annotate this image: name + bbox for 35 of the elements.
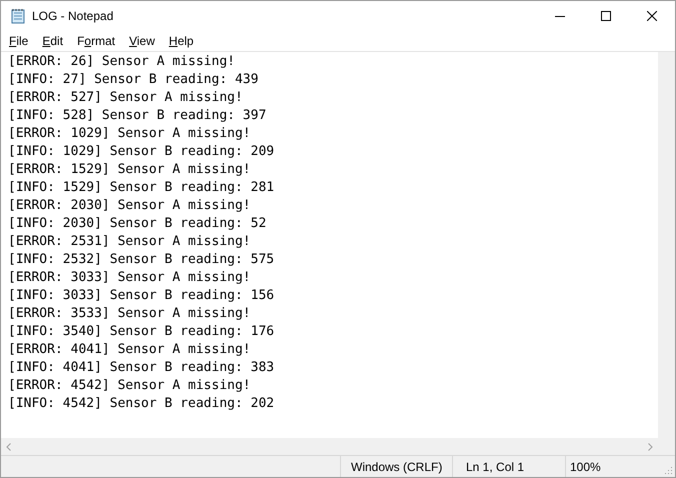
log-line: [INFO: 27] Sensor B reading: 439 [8,71,258,89]
maximize-icon [601,11,611,21]
menu-item[interactable]: File [2,31,36,51]
menu-item[interactable]: Help [162,31,201,51]
cursor-position-label: Ln 1, Col 1 [466,458,524,476]
close-icon [647,11,657,21]
log-line: [ERROR: 26] Sensor A missing! [8,53,235,71]
log-line: [INFO: 1529] Sensor B reading: 281 [8,179,274,197]
log-line: [ERROR: 1029] Sensor A missing! [8,125,251,143]
log-line: [INFO: 4041] Sensor B reading: 383 [8,359,274,377]
window-title: LOG - Notepad [32,8,114,25]
log-line: [INFO: 528] Sensor B reading: 397 [8,107,266,125]
log-line: [ERROR: 4041] Sensor A missing! [8,341,251,359]
line-ending-label: Windows (CRLF) [351,458,442,476]
menu-item[interactable]: Edit [35,31,70,51]
log-line: [ERROR: 1529] Sensor A missing! [8,161,251,179]
menu-item[interactable]: View [122,31,162,51]
log-line: [ERROR: 3533] Sensor A missing! [8,305,251,323]
log-line: [ERROR: 527] Sensor A missing! [8,89,243,107]
log-line: [INFO: 2030] Sensor B reading: 52 [8,215,266,233]
log-line: [INFO: 1029] Sensor B reading: 209 [8,143,274,161]
menu-item[interactable]: Format [70,31,122,51]
log-line: [ERROR: 2030] Sensor A missing! [8,197,251,215]
log-line: [INFO: 4542] Sensor B reading: 202 [8,395,274,413]
scroll-right-icon[interactable] [648,442,653,450]
log-line: [ERROR: 2531] Sensor A missing! [8,233,251,251]
zoom-label: 100% [570,458,601,476]
log-line: [INFO: 3540] Sensor B reading: 176 [8,323,274,341]
vertical-scrollbar[interactable] [658,52,675,438]
log-line: [ERROR: 4542] Sensor A missing! [8,377,251,395]
log-line: [INFO: 2532] Sensor B reading: 575 [8,251,274,269]
log-line: [ERROR: 3033] Sensor A missing! [8,269,251,287]
notepad-icon [10,8,26,24]
scroll-left-icon[interactable] [6,442,11,450]
log-line: [INFO: 3033] Sensor B reading: 156 [8,287,274,305]
